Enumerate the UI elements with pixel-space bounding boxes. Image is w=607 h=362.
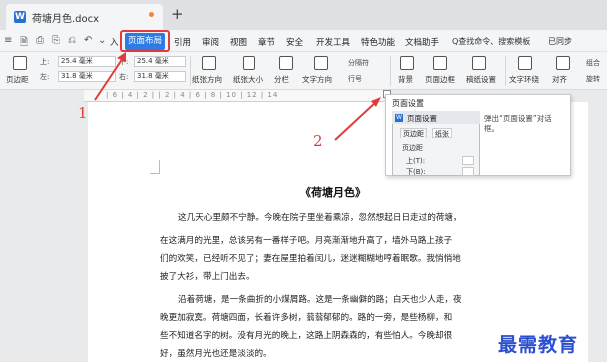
- bottom-margin-label: 下:: [119, 58, 129, 66]
- paper-size-icon[interactable]: [243, 56, 255, 70]
- rotate-button[interactable]: 旋转: [586, 74, 600, 84]
- align-icon[interactable]: [556, 56, 570, 70]
- line-numbers-button[interactable]: 行号: [348, 74, 362, 84]
- wrap-text-button[interactable]: 文字环绕: [509, 74, 539, 85]
- command-search[interactable]: Q查找命令、搜索模板: [452, 36, 530, 47]
- group-button[interactable]: 组合: [586, 58, 600, 68]
- background-icon[interactable]: [400, 56, 414, 70]
- menu-icon[interactable]: ≡: [4, 35, 12, 46]
- word-doc-icon: W: [395, 114, 403, 122]
- tooltip-tab-paper: 纸张: [432, 128, 452, 138]
- tooltip-field-top: 上(T):: [406, 157, 426, 165]
- paragraph-line: 晚更加寂寞。荷塘四面，长着许多树，蓊蓊郁郁的。路的一旁，是些杨柳，和: [160, 313, 453, 323]
- tooltip-spin-top: [462, 156, 474, 165]
- tooltip-title: 页面设置: [392, 99, 424, 108]
- print-icon[interactable]: ⎙: [36, 35, 44, 46]
- menu-insert[interactable]: 入: [110, 36, 119, 48]
- wps-writer-window: W 荷塘月色.docx + ≡ 🗎 ⎙ ⎘ ⎌ ↶ ⌄ 入 页面布局 引用 审阅…: [0, 0, 607, 362]
- bottom-margin-field[interactable]: 25.4 毫米: [134, 56, 186, 67]
- margin-corner-mark: [150, 160, 160, 174]
- draft-paper-icon[interactable]: [472, 56, 486, 70]
- menu-security[interactable]: 安全: [286, 36, 303, 48]
- paragraph-line: 在这满月的光里，总该另有一番样子吧。月亮渐渐地升高了，墙外马路上孩子: [160, 236, 453, 246]
- sync-status[interactable]: 已同步: [548, 36, 572, 47]
- background-button[interactable]: 背景: [398, 74, 413, 85]
- right-margin-label: 右:: [119, 73, 129, 81]
- menu-chapter[interactable]: 章节: [258, 36, 275, 48]
- columns-icon[interactable]: [279, 56, 293, 70]
- tooltip-field-bottom: 下(B):: [406, 168, 426, 176]
- paragraph-line: 披了大衫，带上门出去。: [160, 272, 255, 282]
- watermark-text: 最需教育: [498, 334, 579, 356]
- annotation-number-2: 2: [313, 132, 323, 150]
- menu-view[interactable]: 视图: [230, 36, 247, 48]
- right-margin-field[interactable]: 31.8 毫米: [134, 71, 186, 82]
- paragraph-line: 们的欢笑，已经听不见了；妻在屋里拍着闰儿，迷迷糊糊地哼着眠歌。我悄悄地: [160, 254, 461, 264]
- paragraph-line: 些不知道名字的树。没有月光的晚上，这路上阴森森的，有些怕人。今晚却很: [160, 331, 453, 341]
- ribbon-divider: [505, 56, 506, 86]
- text-direction-button[interactable]: 文字方向: [302, 74, 332, 85]
- top-margin-field[interactable]: 25.4 毫米: [58, 56, 116, 67]
- copy-format-icon[interactable]: ⎌: [68, 35, 76, 46]
- document-tab[interactable]: W 荷塘月色.docx: [6, 4, 163, 30]
- orientation-icon[interactable]: [202, 56, 216, 70]
- save-icon[interactable]: 🗎: [20, 35, 28, 52]
- align-button[interactable]: 对齐: [552, 74, 567, 85]
- wrap-text-icon[interactable]: [518, 56, 532, 70]
- page-layout-highlight-box: [120, 30, 170, 52]
- menu-developer[interactable]: 开发工具: [316, 36, 350, 48]
- undo-dropdown-icon[interactable]: ⌄: [98, 35, 106, 46]
- document-tab-label: 荷塘月色.docx: [32, 14, 100, 25]
- tooltip-spin-bottom: [462, 167, 474, 176]
- page-border-button[interactable]: 页面边框: [425, 74, 455, 85]
- tooltip-section-label: 页边距: [402, 144, 423, 152]
- margins-icon[interactable]: [13, 56, 27, 70]
- page-border-icon[interactable]: [433, 56, 447, 70]
- paper-size-button[interactable]: 纸张大小: [233, 74, 263, 85]
- tooltip-description: 弹出“页面设置”对话框。: [484, 114, 552, 133]
- text-direction-icon[interactable]: [314, 56, 328, 70]
- top-margin-label: 上:: [40, 58, 50, 66]
- print-preview-icon[interactable]: ⎘: [52, 35, 60, 46]
- menu-references[interactable]: 引用: [174, 36, 191, 48]
- draft-paper-button[interactable]: 稿纸设置: [466, 74, 496, 85]
- tooltip-tab-margins: 页边距: [400, 128, 427, 138]
- undo-icon[interactable]: ↶: [84, 35, 92, 46]
- tooltip-dialog-title: 页面设置: [407, 114, 437, 123]
- breaks-button[interactable]: 分隔符: [348, 58, 369, 68]
- left-margin-field[interactable]: 31.8 毫米: [58, 71, 116, 82]
- document-heading: 《荷塘月色》: [300, 186, 366, 199]
- paragraph-line: 沿着荷塘，是一条曲折的小煤屑路。这是一条幽僻的路；白天也少人走，夜: [178, 295, 462, 305]
- ribbon-divider: [390, 56, 391, 86]
- annotation-number-1: 1: [78, 104, 88, 122]
- columns-button[interactable]: 分栏: [274, 74, 289, 85]
- menu-doc-assistant[interactable]: 文档助手: [405, 36, 439, 48]
- left-margin-label: 左:: [40, 73, 50, 81]
- unsaved-indicator-icon: [149, 12, 154, 17]
- new-tab-button[interactable]: +: [171, 5, 184, 23]
- menu-features[interactable]: 特色功能: [361, 36, 395, 48]
- word-doc-icon: W: [14, 11, 26, 23]
- paragraph-line: 好，虽然月光也还是淡淡的。: [160, 349, 272, 359]
- menu-review[interactable]: 审阅: [202, 36, 219, 48]
- ribbon-divider: [190, 56, 191, 86]
- paragraph-line: 这几天心里颇不宁静。今晚在院子里坐着乘凉，忽然想起日日走过的荷塘，: [178, 213, 462, 223]
- orientation-button[interactable]: 纸张方向: [192, 74, 222, 85]
- ruler-marks: | 6 | 4 | 2 | | 2 | 4 | 6 | 8 | 10 | 12 …: [106, 91, 279, 99]
- margins-label[interactable]: 页边距: [6, 74, 29, 85]
